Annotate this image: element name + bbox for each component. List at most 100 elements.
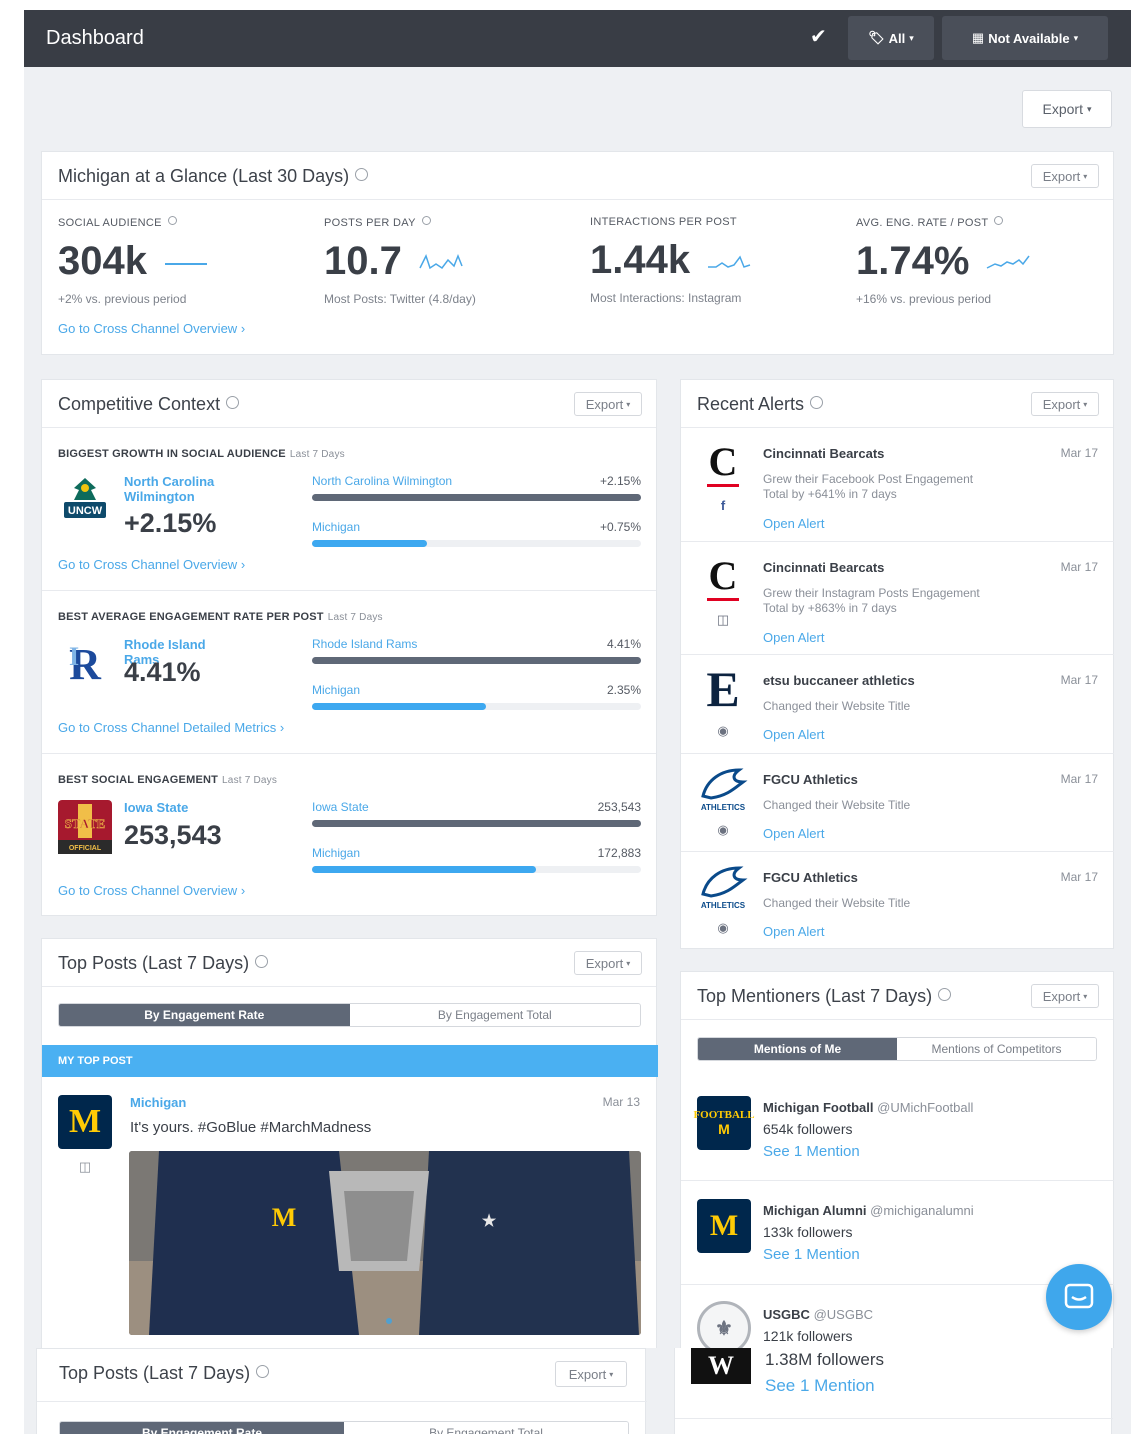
glance-card: Michigan at a Glance (Last 30 Days) Expo…	[41, 151, 1114, 355]
alert-date: Mar 17	[1060, 560, 1098, 574]
alert-date: Mar 17	[1060, 673, 1098, 687]
open-alert-link[interactable]: Open Alert	[763, 727, 824, 742]
tab-mentions-of-competitors[interactable]: Mentions of Competitors	[897, 1038, 1096, 1060]
bar-name[interactable]: Rhode Island Rams	[312, 637, 641, 651]
mentioner-name[interactable]: Michigan Alumni @michiganalumni	[763, 1203, 974, 1218]
uncw-logo: UNCW	[58, 474, 112, 528]
cross-channel-link[interactable]: Go to Cross Channel Overview ›	[58, 557, 245, 572]
bar-name[interactable]: North Carolina Wilmington	[312, 474, 641, 488]
chevron-down-icon: ▾	[1083, 171, 1088, 181]
bar-name[interactable]: Michigan	[312, 520, 641, 534]
export-button[interactable]: Export ▾	[574, 951, 642, 975]
filter-all-button[interactable]: 🏷 All ▾	[848, 16, 934, 60]
metric-value: 10.7	[324, 239, 564, 284]
svg-text:ATHLETICS: ATHLETICS	[701, 901, 746, 910]
section-period: Last 7 Days	[327, 612, 383, 623]
export-button[interactable]: Export ▾	[1031, 392, 1099, 416]
glance-header: Michigan at a Glance (Last 30 Days) Expo…	[42, 152, 1113, 200]
svg-text:ATHLETICS: ATHLETICS	[701, 803, 746, 812]
info-icon[interactable]	[256, 1365, 270, 1378]
info-icon[interactable]	[255, 955, 269, 968]
info-icon[interactable]	[421, 216, 431, 225]
mentioner-name[interactable]: Michigan Football @UMichFootball	[763, 1100, 973, 1115]
export-button[interactable]: Export ▾	[574, 392, 642, 416]
see-mention-link[interactable]: See 1 Mention	[765, 1376, 875, 1396]
bar-row-competitor: Iowa State 253,543	[312, 800, 641, 827]
tab-engagement-rate[interactable]: By Engagement Rate	[59, 1004, 350, 1026]
iowa-state-logo: STATE OFFICIAL	[58, 800, 112, 854]
date-range-button[interactable]: ▦ Not Available ▾	[942, 16, 1108, 60]
mentioner-followers: 121k followers	[763, 1328, 853, 1344]
glance-title-text: Michigan at a Glance (Last 30 Days)	[58, 166, 350, 186]
alert-name: FGCU Athletics	[763, 870, 858, 885]
svg-text:OFFICIAL: OFFICIAL	[69, 845, 102, 852]
info-icon[interactable]	[810, 396, 824, 409]
alert-name: Cincinnati Bearcats	[763, 446, 885, 461]
etsu-logo: E	[706, 661, 740, 717]
instagram-icon: ◫	[716, 612, 730, 627]
cross-channel-link[interactable]: Go to Cross Channel Overview ›	[58, 883, 245, 898]
post-image[interactable]: M ★	[129, 1151, 641, 1335]
chat-button[interactable]	[1046, 1264, 1112, 1330]
team-name[interactable]: Iowa State	[124, 800, 234, 815]
mentioners-card-repeat: W 1.38M followers See 1 Mention	[674, 1348, 1113, 1434]
export-button[interactable]: Export ▾	[555, 1361, 627, 1387]
chevron-down-icon: ▾	[1083, 399, 1088, 409]
export-dashboard-button[interactable]: Export ▾	[1022, 90, 1112, 128]
info-icon[interactable]	[226, 396, 240, 409]
tab-mentions-of-me[interactable]: Mentions of Me	[698, 1038, 897, 1060]
open-alert-link[interactable]: Open Alert	[763, 826, 824, 841]
bar-name[interactable]: Michigan	[312, 846, 641, 860]
competitive-header: Competitive Context Export ▾	[42, 380, 656, 428]
alert-name: etsu buccaneer athletics	[763, 673, 915, 688]
alert-item: E ◉ etsu buccaneer athletics Mar 17 Chan…	[681, 655, 1114, 754]
post-author[interactable]: Michigan	[130, 1095, 186, 1110]
top-posts-title: Top Posts (Last 7 Days)	[58, 953, 269, 974]
mentioners-title: Top Mentioners (Last 7 Days)	[697, 986, 952, 1007]
metric-value-text: 1.44k	[590, 238, 691, 282]
tab-engagement-total[interactable]: By Engagement Total	[349, 1004, 640, 1026]
open-alert-link[interactable]: Open Alert	[763, 516, 824, 531]
sparkline-icon	[419, 253, 463, 269]
mentioner-name[interactable]: USGBC @USGBC	[763, 1307, 873, 1322]
top-posts-title-text: Top Posts (Last 7 Days)	[58, 953, 250, 973]
open-alert-link[interactable]: Open Alert	[763, 924, 824, 939]
info-icon[interactable]	[938, 988, 952, 1001]
open-alert-link[interactable]: Open Alert	[763, 630, 824, 645]
bar-row-michigan: Michigan 2.35%	[312, 683, 641, 710]
alerts-title: Recent Alerts	[697, 394, 824, 415]
metric-interactions-per-post: INTERACTIONS PER POST 1.44k Most Interac…	[590, 216, 830, 305]
bar-value: 2.35%	[606, 683, 641, 697]
team-name[interactable]: North Carolina Wilmington	[124, 474, 234, 504]
metric-posts-per-day: POSTS PER DAY 10.7 Most Posts: Twitter (…	[324, 216, 564, 306]
top-posts-title-text: Top Posts (Last 7 Days)	[59, 1363, 251, 1383]
check-icon[interactable]: ✔	[810, 24, 827, 49]
export-button[interactable]: Export ▾	[1031, 164, 1099, 188]
see-mention-link[interactable]: See 1 Mention	[763, 1246, 860, 1263]
chevron-down-icon: ▾	[1083, 991, 1088, 1001]
tab-engagement-total[interactable]: By Engagement Total	[344, 1422, 628, 1434]
alert-item: ATHLETICS ◉ FGCU Athletics Mar 17 Change…	[681, 852, 1114, 950]
bar-name[interactable]: Michigan	[312, 683, 641, 697]
cross-channel-link[interactable]: Go to Cross Channel Overview ›	[58, 321, 245, 336]
usgbc-logo: ⚜	[697, 1301, 751, 1355]
info-icon[interactable]	[167, 216, 177, 225]
bar-name[interactable]: Iowa State	[312, 800, 641, 814]
tab-engagement-rate[interactable]: By Engagement Rate	[60, 1422, 344, 1434]
svg-text:STATE: STATE	[65, 816, 106, 831]
info-icon[interactable]	[994, 216, 1004, 225]
detailed-metrics-link[interactable]: Go to Cross Channel Detailed Metrics ›	[58, 720, 284, 735]
link-text: Go to Cross Channel Overview	[58, 557, 238, 572]
alert-item: C f Cincinnati Bearcats Mar 17 Grew thei…	[681, 428, 1114, 542]
post-text: It's yours. #GoBlue #MarchMadness	[130, 1119, 372, 1136]
export-button[interactable]: Export ▾	[1031, 984, 1099, 1008]
metric-label-text: POSTS PER DAY	[324, 217, 416, 229]
mentioner-name-text: USGBC	[763, 1307, 810, 1322]
chevron-down-icon: ▾	[626, 399, 631, 409]
alert-item: C ◫ Cincinnati Bearcats Mar 17 Grew thei…	[681, 542, 1114, 655]
page-title: Dashboard	[46, 27, 144, 49]
see-mention-link[interactable]: See 1 Mention	[763, 1143, 860, 1160]
alert-desc-line: Total by +863% in 7 days	[763, 601, 897, 615]
alert-desc: Grew their Facebook Post Engagement Total…	[763, 472, 1033, 502]
info-icon[interactable]	[355, 168, 369, 181]
